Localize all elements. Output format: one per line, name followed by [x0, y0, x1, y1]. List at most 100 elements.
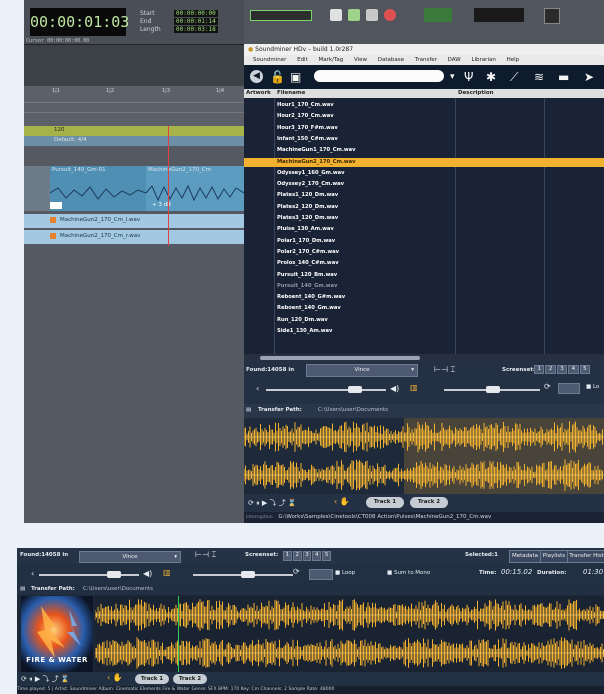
metronome-button[interactable]: [330, 9, 342, 21]
menu-edit[interactable]: Edit: [297, 57, 308, 63]
list-item[interactable]: Reboent_140_G#m.wav: [244, 293, 604, 302]
screenset-slot[interactable]: 5: [579, 365, 591, 374]
tempo-ruler[interactable]: 120: [24, 126, 244, 136]
meter-ruler[interactable]: Default: 4/4: [24, 136, 244, 146]
filter-icon[interactable]: Ψ: [464, 65, 473, 89]
tab-metadata[interactable]: Metadata: [509, 550, 541, 563]
user-dropdown[interactable]: Vince ▾: [306, 364, 418, 377]
folder-icon[interactable]: ▣: [290, 65, 301, 89]
rate-field[interactable]: [309, 569, 333, 580]
list-item[interactable]: Pluise_130_Am.wav: [244, 225, 604, 234]
clip-gain-handle[interactable]: [50, 202, 62, 209]
screenset-slot[interactable]: 3: [556, 365, 568, 374]
start-value[interactable]: 00:00:00:00: [174, 10, 218, 17]
main-counter[interactable]: 00:00:01:03: [30, 8, 129, 36]
list-item[interactable]: Hour3_170_F#m.wav: [244, 124, 604, 133]
list-item[interactable]: Hour2_170_Cm.wav: [244, 112, 604, 121]
list-item[interactable]: Hour1_170_Cm.wav: [244, 101, 604, 110]
scrollbar-thumb[interactable]: [260, 356, 420, 360]
loop-toggle[interactable]: ■ Loop: [335, 570, 355, 576]
list-item[interactable]: Odyssey1_160_Gm.wav: [244, 169, 604, 178]
screenset-slot[interactable]: 4: [312, 551, 322, 561]
gear-icon[interactable]: ✱: [486, 65, 496, 89]
tab-playlists[interactable]: Playlists: [540, 550, 568, 563]
search-input[interactable]: [314, 70, 444, 82]
screenset-slot[interactable]: 4: [568, 365, 579, 374]
menu-view[interactable]: View: [354, 57, 367, 63]
rate-field[interactable]: [558, 383, 580, 394]
column-artwork[interactable]: Artwork: [246, 89, 271, 98]
playback-icons[interactable]: ⟳ ⏸ ▶ ⤵ ⤴ ⌛: [248, 498, 297, 508]
search-options-icon[interactable]: ▾: [450, 65, 455, 89]
column-description[interactable]: Description: [458, 89, 494, 98]
waveform-display[interactable]: [94, 596, 604, 672]
list-item[interactable]: Odyssey2_170_Cm.wav: [244, 180, 604, 189]
screenset-slot[interactable]: 3: [302, 551, 312, 561]
horizontal-scrollbar[interactable]: [244, 354, 604, 362]
menu-database[interactable]: Database: [378, 57, 404, 63]
audio-clip[interactable]: MachineGun2_170_Cm + 3 dB: [146, 166, 244, 211]
screenset-slot[interactable]: 2: [545, 365, 556, 374]
list-item[interactable]: Side1_130_Am.wav: [244, 327, 604, 336]
volume-slider[interactable]: [39, 574, 139, 576]
back-icon[interactable]: ◀: [250, 70, 263, 83]
transport-readout[interactable]: [250, 10, 312, 21]
unlock-icon[interactable]: 🔓: [270, 65, 285, 89]
list-item[interactable]: Pursuit_120_Bm.wav: [244, 271, 604, 280]
wifi-icon[interactable]: ≋: [534, 65, 544, 89]
meter-icon[interactable]: [544, 8, 560, 24]
list-item[interactable]: Pursuit_140_Gm.wav: [244, 282, 604, 291]
transfer-path-value[interactable]: C:\Users\user\Documents: [318, 407, 388, 413]
list-item[interactable]: Run_120_Dm.wav: [244, 316, 604, 325]
count-off-button[interactable]: [348, 9, 360, 21]
tab-transfer-history[interactable]: Transfer Hist: [567, 550, 604, 563]
pitch-slider-knob[interactable]: [241, 571, 255, 578]
menu-soundminer[interactable]: Soundminer: [253, 57, 286, 63]
menu-librarian[interactable]: Librarian: [471, 57, 495, 63]
album-artwork[interactable]: FIRE & WATER: [21, 596, 93, 672]
track-2-button[interactable]: Track 2: [173, 674, 207, 684]
loop-toggle[interactable]: ■ Lo: [586, 384, 599, 390]
end-value[interactable]: 00:00:01:14: [174, 18, 218, 25]
list-item[interactable]: Plates1_120_Dm.wav: [244, 191, 604, 200]
user-dropdown[interactable]: Vince ▾: [79, 551, 181, 563]
clip-list-row[interactable]: MachineGun2_170_Cm_l.wav: [24, 214, 244, 228]
playback-icons[interactable]: ⟳ ⏸ ▶ ⤵ ⤴ ⌛: [21, 674, 70, 684]
arrow-right-icon[interactable]: ➤: [584, 65, 594, 89]
list-item[interactable]: MachineGun1_170_Cm.wav: [244, 146, 604, 155]
clip-list-row[interactable]: MachineGun2_170_Cm_r.wav: [24, 230, 244, 244]
track-1-button[interactable]: Track 1: [366, 497, 404, 508]
screenset-slot[interactable]: 1: [534, 365, 545, 374]
audio-clip[interactable]: Pursuit_140_Gm-01: [50, 166, 146, 211]
waveform-zoom-icon[interactable]: ⊢⊣ ⌶: [195, 550, 216, 560]
list-item[interactable]: Polar2_170_C#m.wav: [244, 248, 604, 257]
menu-marktag[interactable]: Mark/Tag: [319, 57, 344, 63]
screenset-slot[interactable]: 1: [283, 551, 292, 561]
timeline-ruler[interactable]: 1|1 1|2 1|3 1|4: [24, 86, 244, 126]
audio-track-1[interactable]: Pursuit_140_Gm-01 MachineGun2_170_Cm + 3…: [24, 166, 244, 211]
playhead[interactable]: [178, 596, 179, 672]
list-item[interactable]: Plates2_120_Dm.wav: [244, 203, 604, 212]
length-value[interactable]: 00:00:03:18: [174, 26, 218, 33]
hand-icon[interactable]: ‹ ✋: [334, 497, 350, 506]
folder-open-icon[interactable]: ▬: [558, 65, 569, 89]
midi-merge-button[interactable]: [366, 9, 378, 21]
speaker-icon[interactable]: ◀): [143, 569, 152, 578]
reset-icon[interactable]: ⟳: [293, 567, 300, 576]
list-item[interactable]: Prolos_140_C#m.wav: [244, 259, 604, 268]
transfer-path-value[interactable]: C:\Users\user\Documents: [83, 586, 153, 592]
sum-to-mono-toggle[interactable]: ■ Sum to Mono: [387, 570, 430, 576]
menu-daw[interactable]: DAW: [448, 57, 461, 63]
list-item[interactable]: Infant_150_C#m.wav: [244, 135, 604, 144]
volume-slider-knob[interactable]: [107, 571, 121, 578]
waveform-display[interactable]: [243, 418, 604, 494]
list-item[interactable]: Plates3_120_Dm.wav: [244, 214, 604, 223]
list-item[interactable]: MachineGun2_170_Cm.wav: [244, 157, 604, 167]
track-1-button[interactable]: Track 1: [135, 674, 169, 684]
playhead[interactable]: [168, 126, 169, 246]
pitch-slider-knob[interactable]: [486, 386, 500, 393]
list-item[interactable]: Reboent_140_Gm.wav: [244, 304, 604, 313]
reset-icon[interactable]: ⟳: [544, 382, 551, 391]
column-filename[interactable]: Filename: [277, 89, 305, 98]
menu-help[interactable]: Help: [507, 57, 520, 63]
